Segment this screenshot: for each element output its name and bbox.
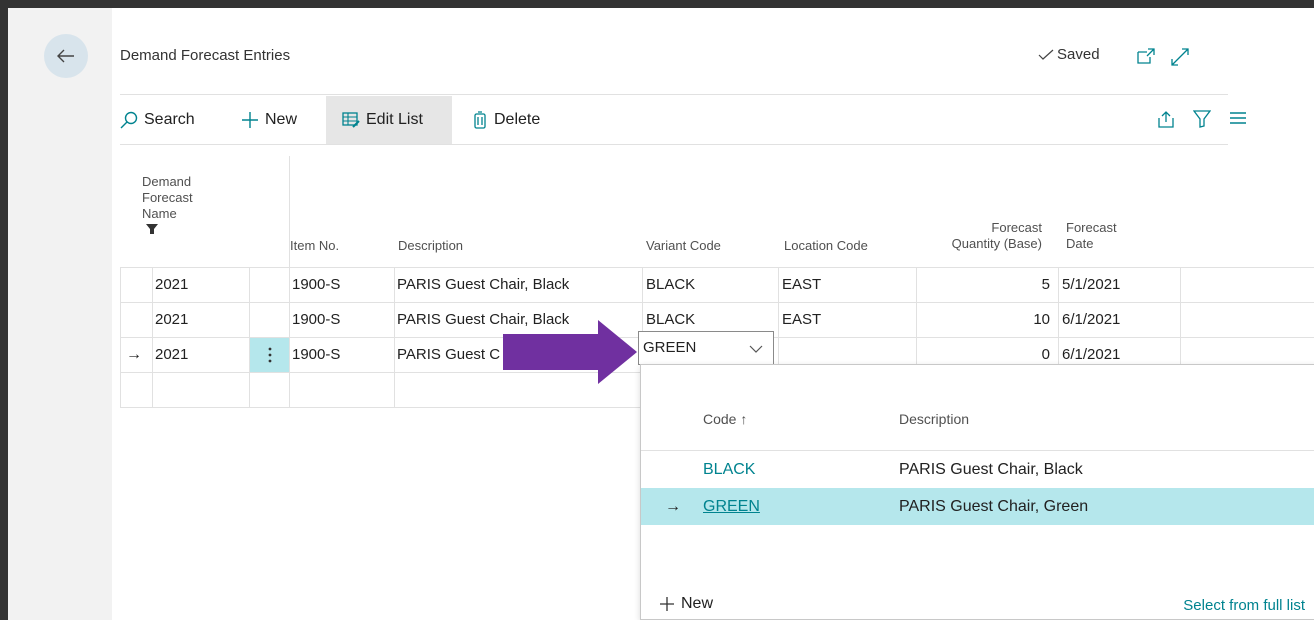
col-name-line3: Name <box>142 206 177 221</box>
row1-location[interactable]: EAST <box>782 268 821 302</box>
filter-applied-icon <box>146 224 158 234</box>
expand-icon[interactable] <box>1171 48 1189 66</box>
action-bar: Search New Edit List Delete <box>112 96 1246 144</box>
row1-date[interactable]: 5/1/2021 <box>1062 268 1120 302</box>
lookup-row-selected[interactable]: → GREEN PARIS Guest Chair, Green <box>641 488 1314 525</box>
window-actions <box>1137 48 1189 66</box>
grid-line <box>778 267 779 373</box>
check-icon <box>1038 49 1054 60</box>
col-variant-code[interactable]: Variant Code <box>646 238 721 254</box>
search-icon <box>120 111 138 129</box>
back-arrow-icon <box>57 49 74 63</box>
col-description[interactable]: Description <box>398 238 463 254</box>
more-options-icon <box>268 347 271 363</box>
edit-list-label: Edit List <box>366 111 423 128</box>
row2-name[interactable]: 2021 <box>155 303 188 337</box>
row3-name[interactable]: 2021 <box>155 338 188 372</box>
callout-arrow-icon <box>503 320 637 384</box>
saved-status-text: Saved <box>1057 46 1100 63</box>
col-demand-forecast-name[interactable]: Demand Forecast Name <box>142 174 193 238</box>
page-panel: Demand Forecast Entries Saved Search New… <box>112 8 1314 620</box>
grid-line <box>916 267 917 373</box>
col-date-line1: Forecast <box>1066 220 1117 235</box>
grid-line <box>120 267 121 408</box>
col-name-line1: Demand <box>142 174 192 189</box>
app-frame: Demand Forecast Entries Saved Search New… <box>8 8 1314 620</box>
new-button[interactable]: New <box>241 96 297 144</box>
delete-label: Delete <box>494 111 541 128</box>
grid-line <box>289 156 290 408</box>
list-actions <box>1157 110 1247 128</box>
lookup-code-green[interactable]: GREEN <box>703 488 760 525</box>
lookup-code-black[interactable]: BLACK <box>703 451 755 488</box>
variant-code-value: GREEN <box>643 339 697 356</box>
back-button[interactable] <box>44 34 88 78</box>
lookup-col-code[interactable]: Code ↑ <box>703 411 747 427</box>
row3-item-no[interactable]: 1900-S <box>292 338 340 372</box>
select-from-full-list-link[interactable]: Select from full list <box>1183 597 1305 614</box>
col-qty-line1: Forecast <box>991 220 1042 235</box>
col-date-line2: Date <box>1066 236 1094 251</box>
chevron-down-icon <box>749 345 763 353</box>
plus-icon <box>242 112 258 128</box>
variant-lookup-panel: Code ↑ Description BLACK PARIS Guest Cha… <box>640 364 1314 620</box>
filter-icon[interactable] <box>1193 110 1211 128</box>
grid-line <box>120 407 646 408</box>
selected-row-arrow-icon: → <box>665 498 681 515</box>
row2-location[interactable]: EAST <box>782 303 821 337</box>
lookup-desc-green: PARIS Guest Chair, Green <box>899 498 1089 515</box>
edit-list-button[interactable]: Edit List <box>326 96 452 144</box>
edit-list-icon <box>342 112 360 128</box>
row1-name[interactable]: 2021 <box>155 268 188 302</box>
lookup-new-button[interactable]: New <box>659 595 713 613</box>
col-qty-line2: Quantity (Base) <box>951 236 1042 251</box>
grid-line <box>152 267 153 408</box>
row1-item-no[interactable]: 1900-S <box>292 268 340 302</box>
row2-date[interactable]: 6/1/2021 <box>1062 303 1120 337</box>
col-forecast-quantity[interactable]: Forecast Quantity (Base) <box>912 220 1042 252</box>
share-icon[interactable] <box>1157 110 1175 128</box>
row-actions-button[interactable] <box>250 338 289 372</box>
search-button[interactable]: Search <box>120 96 195 144</box>
col-location-code[interactable]: Location Code <box>784 238 868 254</box>
col-name-line2: Forecast <box>142 190 193 205</box>
variant-code-dropdown[interactable]: GREEN <box>638 331 774 365</box>
list-view-icon[interactable] <box>1229 110 1247 128</box>
trash-icon <box>474 111 486 129</box>
row2-qty[interactable]: 10 <box>918 303 1050 337</box>
plus-icon <box>660 597 674 611</box>
lookup-new-label: New <box>681 595 714 612</box>
saved-status: Saved <box>1038 46 1100 63</box>
col-item-no[interactable]: Item No. <box>290 238 339 254</box>
header-divider <box>120 94 1228 95</box>
new-label: New <box>265 111 298 128</box>
col-forecast-date[interactable]: Forecast Date <box>1066 220 1117 252</box>
lookup-desc-black: PARIS Guest Chair, Black <box>899 461 1083 478</box>
row1-qty[interactable]: 5 <box>918 268 1050 302</box>
page-title: Demand Forecast Entries <box>120 47 291 64</box>
grid-line <box>394 267 395 408</box>
open-new-window-icon[interactable] <box>1137 48 1155 64</box>
grid-line <box>1058 267 1059 373</box>
row3-description[interactable]: PARIS Guest C <box>397 338 500 372</box>
search-label: Search <box>144 111 195 128</box>
row1-description[interactable]: PARIS Guest Chair, Black <box>397 268 569 302</box>
lookup-col-description[interactable]: Description <box>899 411 969 427</box>
current-row-arrow-icon: → <box>126 346 142 363</box>
grid-line <box>1180 267 1181 373</box>
row2-item-no[interactable]: 1900-S <box>292 303 340 337</box>
delete-button[interactable]: Delete <box>472 96 540 144</box>
lookup-row[interactable]: BLACK PARIS Guest Chair, Black <box>641 451 1314 488</box>
row1-variant[interactable]: BLACK <box>646 268 695 302</box>
toolbar-divider <box>120 144 1228 145</box>
